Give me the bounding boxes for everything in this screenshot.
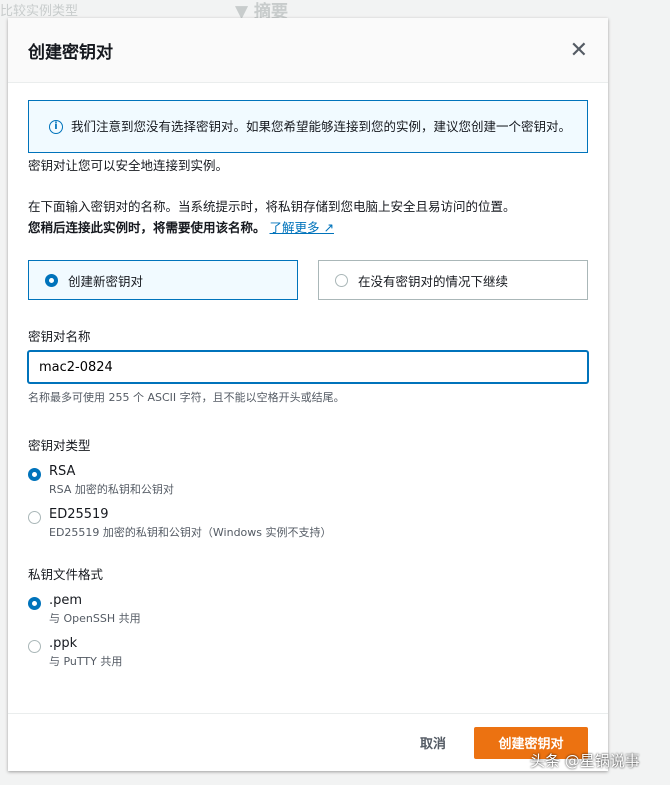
tile-label: 创建新密钥对 bbox=[68, 273, 144, 289]
desc-bold-text: 您稍后连接此实例时，将需要使用该名称。 bbox=[28, 220, 266, 235]
option-desc: RSA 加密的私钥和公钥对 bbox=[49, 483, 174, 496]
tile-label: 在没有密钥对的情况下继续 bbox=[358, 273, 509, 289]
option-title: RSA bbox=[49, 464, 76, 479]
info-text: 我们注意到您没有选择密钥对。如果您希望能够连接到您的实例，建议您创建一个密钥对。 bbox=[71, 119, 572, 134]
format-option-ppk[interactable]: .ppk 与 PuTTY 共用 bbox=[28, 636, 588, 669]
bg-compare-link: 比较实例类型 bbox=[0, 4, 79, 19]
format-option-pem[interactable]: .pem 与 OpenSSH 共用 bbox=[28, 593, 588, 626]
type-option-rsa[interactable]: RSA RSA 加密的私钥和公钥对 bbox=[28, 464, 588, 497]
external-link-icon: ↗ bbox=[323, 220, 334, 235]
option-title: ED25519 bbox=[49, 507, 109, 522]
format-label: 私钥文件格式 bbox=[28, 567, 104, 582]
watermark: 头条 @星锅说事 bbox=[530, 752, 640, 770]
radio-selected[interactable] bbox=[45, 273, 58, 287]
intro-text: 密钥对让您可以安全地连接到实例。 bbox=[28, 158, 229, 173]
radio[interactable] bbox=[28, 640, 41, 653]
desc-text: 在下面输入密钥对的名称。当系统提示时，将私钥存储到您电脑上安全且易访问的位置。 bbox=[28, 199, 516, 214]
modal-footer: 取消 创建密钥对 bbox=[8, 713, 608, 771]
learn-more-link[interactable]: 了解更多 ↗ bbox=[270, 220, 334, 235]
option-desc: 与 PuTTY 共用 bbox=[49, 655, 123, 668]
type-option-ed25519[interactable]: ED25519 ED25519 加密的私钥和公钥对（Windows 实例不支持） bbox=[28, 507, 588, 540]
info-alert: i 我们注意到您没有选择密钥对。如果您希望能够连接到您的实例，建议您创建一个密钥… bbox=[28, 100, 588, 153]
radio-selected[interactable] bbox=[28, 597, 41, 610]
tile-proceed-without[interactable]: 在没有密钥对的情况下继续 bbox=[318, 260, 588, 300]
radio[interactable] bbox=[335, 273, 348, 287]
info-icon: i bbox=[49, 120, 63, 134]
name-hint: 名称最多可使用 255 个 ASCII 字符，且不能以空格开头或结尾。 bbox=[28, 391, 345, 404]
radio[interactable] bbox=[28, 511, 41, 524]
tile-create-new[interactable]: 创建新密钥对 bbox=[28, 260, 298, 300]
modal-header: 创建密钥对 ✕ bbox=[8, 18, 608, 83]
option-desc: 与 OpenSSH 共用 bbox=[49, 612, 141, 625]
modal-title: 创建密钥对 bbox=[28, 42, 113, 63]
create-key-pair-modal: 创建密钥对 ✕ i 我们注意到您没有选择密钥对。如果您希望能够连接到您的实例，建… bbox=[8, 18, 608, 771]
cancel-button[interactable]: 取消 bbox=[420, 733, 446, 752]
option-desc: ED25519 加密的私钥和公钥对（Windows 实例不支持） bbox=[49, 526, 332, 539]
name-label: 密钥对名称 bbox=[28, 329, 91, 344]
type-label: 密钥对类型 bbox=[28, 438, 91, 453]
key-pair-name-input[interactable] bbox=[28, 351, 588, 383]
close-icon[interactable]: ✕ bbox=[570, 38, 588, 63]
radio-selected[interactable] bbox=[28, 468, 41, 481]
option-title: .ppk bbox=[49, 636, 78, 651]
option-title: .pem bbox=[49, 593, 83, 608]
